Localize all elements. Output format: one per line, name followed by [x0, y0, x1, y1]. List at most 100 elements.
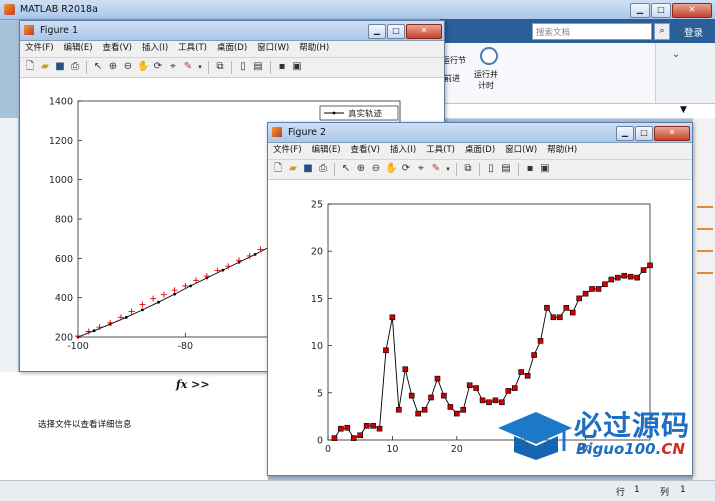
main-maximize-button[interactable]: □ — [651, 3, 671, 18]
data-point — [357, 432, 363, 439]
select-arrow-icon[interactable]: ↖ — [92, 61, 104, 73]
data-point — [376, 425, 383, 432]
save-icon[interactable]: ■ — [54, 61, 66, 73]
data-point — [544, 305, 550, 311]
open-file-icon[interactable]: ▰ — [287, 163, 299, 175]
data-point — [582, 290, 589, 297]
figure1-titlebar[interactable]: Figure 1 ▁ □ ✕ — [20, 21, 444, 41]
legend-icon[interactable]: ▤ — [252, 61, 264, 73]
brush-dropdown-icon[interactable]: ▾ — [194, 61, 206, 73]
menu-tools[interactable]: 工具(T) — [173, 41, 212, 56]
data-point — [454, 410, 460, 417]
figure2-toolbar: 🗋 ▰ ■ ⎙ ↖ ⊕ ⊖ ✋ ⟳ ⌖ ✎ ▾ ⧉ ▯ ▤ ▪ ▣ — [268, 160, 692, 180]
ribbon-advance-label[interactable]: 前进 — [444, 73, 460, 84]
data-point — [537, 338, 544, 344]
save-icon[interactable]: ■ — [302, 163, 314, 175]
menu-edit[interactable]: 编辑(E) — [307, 143, 346, 158]
main-minimize-button[interactable]: ▁ — [630, 3, 650, 18]
data-point — [486, 399, 492, 406]
menu-help[interactable]: 帮助(H) — [294, 41, 334, 56]
figure1-close-button[interactable]: ✕ — [406, 24, 442, 39]
show-plot-tools-icon[interactable]: ▣ — [291, 61, 303, 73]
data-point — [608, 276, 615, 283]
status-col-label: 列 — [660, 488, 670, 498]
new-figure-icon[interactable]: 🗋 — [272, 163, 284, 175]
ribbon-collapse-icon[interactable]: ⌄ — [672, 49, 680, 60]
menu-window[interactable]: 窗口(W) — [500, 143, 542, 158]
figure1-minimize-button[interactable]: ▁ — [368, 24, 386, 39]
menu-view[interactable]: 查看(V) — [98, 41, 137, 56]
figure2-maximize-button[interactable]: □ — [635, 126, 653, 141]
legend-marker — [332, 111, 336, 115]
new-figure-icon[interactable]: 🗋 — [24, 61, 36, 73]
pan-hand-icon[interactable]: ✋ — [385, 163, 397, 175]
zoom-in-icon[interactable]: ⊕ — [355, 163, 367, 175]
y-tick-label: 20 — [311, 247, 323, 258]
data-point — [589, 286, 595, 292]
menu-view[interactable]: 查看(V) — [346, 143, 385, 158]
figure2-close-button[interactable]: ✕ — [654, 126, 690, 141]
search-box[interactable]: 搜索文档 — [532, 23, 652, 40]
address-dropdown-icon[interactable]: ▼ — [680, 105, 687, 115]
hide-plot-tools-icon[interactable]: ▪ — [524, 163, 536, 175]
menu-file[interactable]: 文件(F) — [268, 143, 307, 158]
data-point — [253, 253, 257, 256]
figure2-titlebar[interactable]: Figure 2 ▁ □ ✕ — [268, 123, 692, 143]
brush-icon[interactable]: ✎ — [430, 163, 442, 175]
menu-desktop[interactable]: 桌面(D) — [460, 143, 500, 158]
data-point — [441, 392, 447, 399]
print-icon[interactable]: ⎙ — [69, 61, 81, 73]
colorbar-icon[interactable]: ▯ — [237, 61, 249, 73]
ribbon-run-time-label-2[interactable]: 计时 — [478, 80, 494, 91]
menu-window[interactable]: 窗口(W) — [252, 41, 294, 56]
hide-plot-tools-icon[interactable]: ▪ — [276, 61, 288, 73]
data-point — [383, 347, 389, 354]
menu-desktop[interactable]: 桌面(D) — [212, 41, 252, 56]
show-plot-tools-icon[interactable]: ▣ — [539, 163, 551, 175]
brush-dropdown-icon[interactable]: ▾ — [442, 163, 454, 175]
menu-edit[interactable]: 编辑(E) — [59, 41, 98, 56]
zoom-out-icon[interactable]: ⊖ — [370, 163, 382, 175]
main-close-button[interactable]: ✕ — [672, 3, 712, 18]
data-cursor-icon[interactable]: ⌖ — [415, 163, 427, 175]
y-tick-label: 10 — [311, 341, 323, 352]
menu-insert[interactable]: 插入(I) — [137, 41, 173, 56]
figure-icon — [272, 127, 282, 137]
select-arrow-icon[interactable]: ↖ — [340, 163, 352, 175]
figure2-minimize-button[interactable]: ▁ — [616, 126, 634, 141]
rotate-icon[interactable]: ⟳ — [400, 163, 412, 175]
link-plot-icon[interactable]: ⧉ — [462, 163, 474, 175]
print-icon[interactable]: ⎙ — [317, 163, 329, 175]
data-point — [402, 366, 409, 372]
data-cursor-icon[interactable]: ⌖ — [167, 61, 179, 73]
run-and-time-icon[interactable] — [480, 47, 498, 65]
command-prompt: fx >> — [176, 378, 210, 391]
link-plot-icon[interactable]: ⧉ — [214, 61, 226, 73]
zoom-in-icon[interactable]: ⊕ — [107, 61, 119, 73]
colorbar-icon[interactable]: ▯ — [485, 163, 497, 175]
menu-file[interactable]: 文件(F) — [20, 41, 59, 56]
login-button[interactable]: 登录 — [684, 25, 703, 39]
ribbon-run-section-label[interactable]: 运行节 — [442, 55, 466, 66]
y-tick-label: 600 — [55, 254, 73, 265]
data-point — [531, 352, 537, 358]
data-point — [124, 315, 128, 319]
legend-icon[interactable]: ▤ — [500, 163, 512, 175]
menu-insert[interactable]: 插入(I) — [385, 143, 421, 158]
menu-help[interactable]: 帮助(H) — [542, 143, 582, 158]
brush-icon[interactable]: ✎ — [182, 61, 194, 73]
data-point — [408, 392, 415, 399]
open-file-icon[interactable]: ▰ — [39, 61, 51, 73]
search-icon[interactable]: ⌕ — [654, 23, 670, 40]
data-point — [460, 406, 467, 413]
menu-tools[interactable]: 工具(T) — [421, 143, 460, 158]
command-window[interactable]: fx >> — [168, 372, 268, 480]
search-input[interactable]: 搜索文档 — [536, 26, 570, 38]
figure1-maximize-button[interactable]: □ — [387, 24, 405, 39]
address-strip: ▼ — [440, 104, 715, 119]
ribbon-run-time-label-1[interactable]: 运行并 — [474, 69, 498, 80]
watermark-line2: Biguo100.CN — [576, 440, 685, 458]
rotate-icon[interactable]: ⟳ — [152, 61, 164, 73]
zoom-out-icon[interactable]: ⊖ — [122, 61, 134, 73]
pan-hand-icon[interactable]: ✋ — [137, 61, 149, 73]
